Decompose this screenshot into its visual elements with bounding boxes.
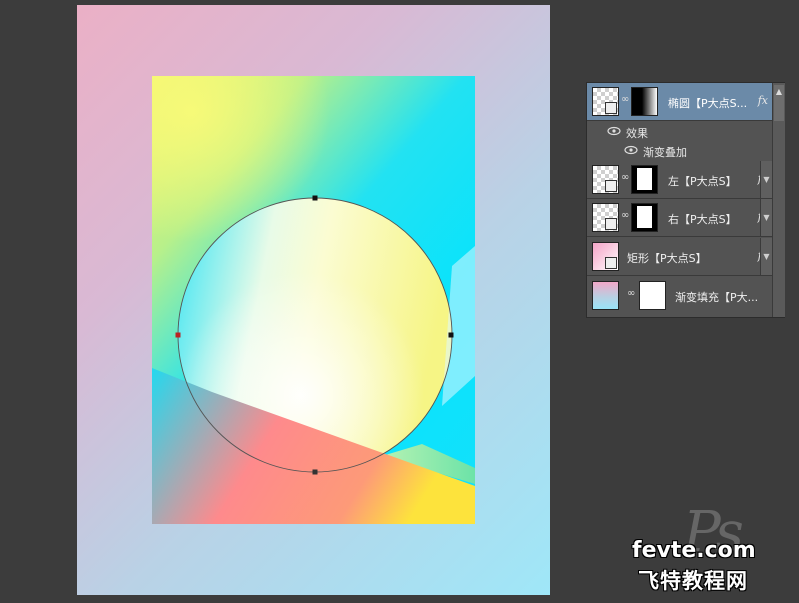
collapse-arrow-icon[interactable]: ▼ bbox=[760, 161, 772, 198]
layer-rectangle[interactable]: 矩形【P大点S】 fx bbox=[587, 238, 772, 276]
layer-gradient-fill[interactable]: ∞ 渐变填充【P大... bbox=[587, 277, 772, 314]
link-icon[interactable]: ∞ bbox=[627, 288, 635, 299]
layers-scrollbar[interactable]: ▲ bbox=[772, 83, 785, 317]
layer-thumbnail bbox=[592, 203, 619, 232]
collapse-arrow-icon[interactable]: ▼ bbox=[760, 199, 772, 236]
scroll-up-icon[interactable]: ▲ bbox=[774, 85, 784, 121]
layer-mask[interactable] bbox=[639, 281, 666, 310]
layer-ellipse[interactable]: ∞ 椭圆【P大点S... fx bbox=[587, 83, 772, 121]
site-watermark: fevte.com bbox=[632, 538, 756, 563]
artwork-svg bbox=[152, 195, 475, 524]
layer-thumbnail bbox=[592, 165, 619, 194]
effects-label: 效果 bbox=[626, 127, 648, 140]
eye-icon[interactable] bbox=[624, 145, 638, 155]
link-icon[interactable]: ∞ bbox=[621, 210, 629, 221]
layer-name: 右【P大点S】 bbox=[668, 213, 737, 226]
layer-right[interactable]: ∞ 右【P大点S】 fx bbox=[587, 199, 772, 237]
document-canvas[interactable] bbox=[77, 5, 550, 595]
shape-badge-icon bbox=[605, 102, 617, 114]
fx-icon[interactable]: fx bbox=[758, 94, 768, 107]
collapse-arrow-icon[interactable]: ▼ bbox=[760, 238, 772, 275]
artboard[interactable] bbox=[152, 76, 475, 524]
anchor-right[interactable] bbox=[448, 332, 454, 338]
layer-name: 椭圆【P大点S... bbox=[668, 97, 748, 110]
shape-badge-icon bbox=[605, 257, 617, 269]
layer-name: 左【P大点S】 bbox=[668, 175, 737, 188]
link-icon[interactable]: ∞ bbox=[621, 94, 629, 105]
layer-mask[interactable] bbox=[631, 165, 658, 194]
shape-badge-icon bbox=[605, 180, 617, 192]
layers-panel: ∞ 椭圆【P大点S... fx 效果 渐变叠加 ∞ 左【P大点S】 fx ∞ bbox=[586, 82, 785, 318]
shape-badge-icon bbox=[605, 218, 617, 230]
layer-thumbnail bbox=[592, 87, 619, 116]
effect-item-label: 渐变叠加 bbox=[643, 146, 687, 159]
gradient-overlay-row[interactable]: 渐变叠加 bbox=[587, 142, 772, 159]
site-name-watermark: 飞特教程网 bbox=[638, 569, 748, 593]
layer-mask[interactable] bbox=[631, 203, 658, 232]
layer-mask[interactable] bbox=[631, 87, 658, 116]
layer-left[interactable]: ∞ 左【P大点S】 fx bbox=[587, 161, 772, 199]
anchor-left[interactable] bbox=[175, 332, 181, 338]
layer-thumbnail bbox=[592, 281, 619, 310]
anchor-top[interactable] bbox=[312, 195, 318, 201]
layer-name: 矩形【P大点S】 bbox=[627, 252, 707, 265]
link-icon[interactable]: ∞ bbox=[621, 172, 629, 183]
anchor-bottom[interactable] bbox=[312, 469, 318, 475]
layer-name: 渐变填充【P大... bbox=[675, 291, 759, 304]
eye-icon[interactable] bbox=[607, 126, 621, 136]
effects-row[interactable]: 效果 bbox=[587, 123, 772, 140]
layer-thumbnail bbox=[592, 242, 619, 271]
